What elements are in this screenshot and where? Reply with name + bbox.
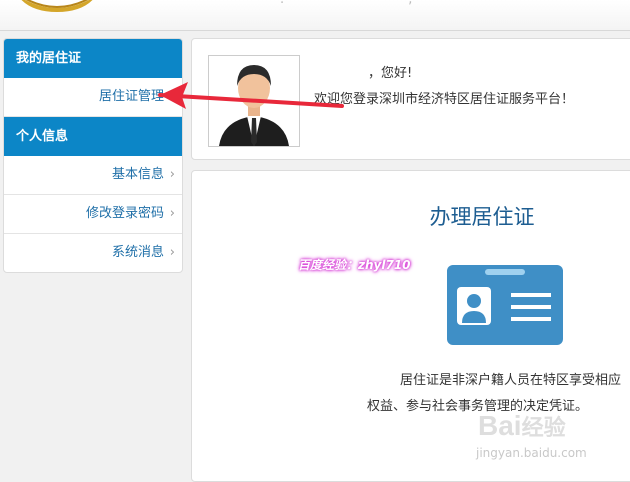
header-title-fragment: . , [280,0,472,7]
sidebar-item-basic-info[interactable]: 基本信息 › [4,156,182,195]
sidebar-item-label: 居住证管理 [98,89,164,104]
baidu-url-watermark: jingyan.baidu.com [476,446,587,460]
experience-watermark: 百度经验：zhyl710 [298,258,411,272]
baidu-brand-suffix: 经验 [521,415,566,440]
top-header: . , [0,0,630,31]
chevron-right-icon: › [169,245,175,260]
chevron-right-icon: › [169,206,175,221]
id-card-icon[interactable] [447,265,563,345]
baidu-brand: Bai [478,410,522,441]
card-description-line1: 居住证是非深户籍人员在特区享受相应 [400,373,622,388]
avatar [208,55,300,147]
card-title: 办理居住证 [429,205,535,229]
sidebar-section-personal-info: 个人信息 [4,117,182,156]
sidebar-item-system-messages[interactable]: 系统消息 › [4,234,182,272]
emblem-logo-icon [21,0,93,12]
sidebar-item-label: 系统消息 [111,245,164,260]
user-avatar-icon [209,56,299,146]
sidebar-item-label: 修改登录密码 [85,206,164,221]
sidebar-item-residence-permit-management[interactable]: 居住证管理 › [4,78,182,117]
sidebar-section-my-residence-permit: 我的居住证 [4,39,182,78]
sidebar-item-change-password[interactable]: 修改登录密码 › [4,195,182,234]
greeting-welcome: 欢迎您登录深圳市经济特区居住证服务平台！ [314,92,575,107]
sidebar-item-label: 基本信息 [111,167,164,182]
greeting-panel: ，您好! 欢迎您登录深圳市经济特区居住证服务平台！ [191,38,630,160]
sidebar: 我的居住证 居住证管理 › 个人信息 基本信息 › 修改登录密码 › 系统消息 … [3,38,183,273]
baidu-watermark: Bai经验 [478,410,566,442]
greeting-hello: ，您好! [368,66,413,81]
chevron-right-icon: › [169,167,175,182]
chevron-right-icon: › [169,89,175,104]
